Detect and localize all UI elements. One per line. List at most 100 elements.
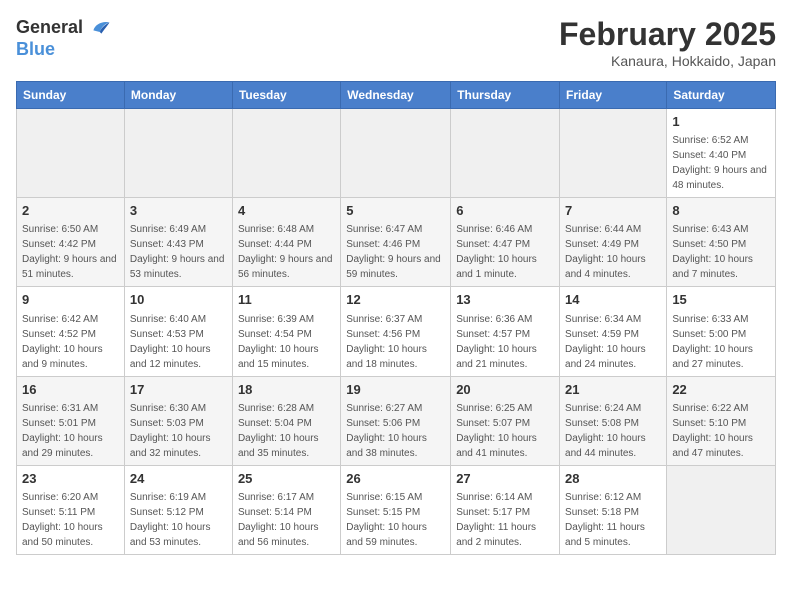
logo-blue: Blue [16,40,111,60]
day-cell: 10 Sunrise: 6:40 AM Sunset: 4:53 PM Dayli… [124,287,232,376]
day-number: 26 [346,470,445,488]
day-number: 23 [22,470,119,488]
day-cell: 2 Sunrise: 6:50 AM Sunset: 4:42 PM Daylig… [17,198,125,287]
weekday-saturday: Saturday [667,82,776,109]
day-number: 20 [456,381,554,399]
day-cell: 1Sunrise: 6:52 AM Sunset: 4:40 PM Daylig… [667,109,776,198]
day-cell: 9 Sunrise: 6:42 AM Sunset: 4:52 PM Daylig… [17,287,125,376]
day-cell: 14 Sunrise: 6:34 AM Sunset: 4:59 PM Dayli… [560,287,667,376]
weekday-monday: Monday [124,82,232,109]
week-row-2: 2 Sunrise: 6:50 AM Sunset: 4:42 PM Daylig… [17,198,776,287]
day-cell: 5 Sunrise: 6:47 AM Sunset: 4:46 PM Daylig… [341,198,451,287]
weekday-header-row: SundayMondayTuesdayWednesdayThursdayFrid… [17,82,776,109]
day-cell: 16Sunrise: 6:31 AM Sunset: 5:01 PM Dayli… [17,376,125,465]
day-number: 14 [565,291,661,309]
day-info: Sunrise: 6:39 AM Sunset: 4:54 PM Dayligh… [238,312,335,372]
day-number: 21 [565,381,661,399]
day-info: Sunrise: 6:28 AM Sunset: 5:04 PM Dayligh… [238,401,335,461]
day-number: 13 [456,291,554,309]
weekday-sunday: Sunday [17,82,125,109]
day-cell [232,109,340,198]
day-cell [124,109,232,198]
day-info: Sunrise: 6:33 AM Sunset: 5:00 PM Dayligh… [672,312,770,372]
day-info: Sunrise: 6:22 AM Sunset: 5:10 PM Dayligh… [672,401,770,461]
title-block: February 2025 Kanaura, Hokkaido, Japan [559,16,776,69]
day-info: Sunrise: 6:30 AM Sunset: 5:03 PM Dayligh… [130,401,227,461]
logo-bird-icon [87,16,111,40]
day-cell: 8 Sunrise: 6:43 AM Sunset: 4:50 PM Daylig… [667,198,776,287]
day-number: 3 [130,202,227,220]
day-cell: 3Sunrise: 6:49 AM Sunset: 4:43 PM Daylig… [124,198,232,287]
day-cell: 15 Sunrise: 6:33 AM Sunset: 5:00 PM Dayli… [667,287,776,376]
day-number: 1 [672,113,770,131]
weekday-thursday: Thursday [451,82,560,109]
day-info: Sunrise: 6:17 AM Sunset: 5:14 PM Dayligh… [238,490,335,550]
day-info: Sunrise: 6:25 AM Sunset: 5:07 PM Dayligh… [456,401,554,461]
day-number: 25 [238,470,335,488]
weekday-wednesday: Wednesday [341,82,451,109]
day-cell [667,465,776,554]
day-number: 17 [130,381,227,399]
day-info: Sunrise: 6:43 AM Sunset: 4:50 PM Dayligh… [672,222,770,282]
day-info: Sunrise: 6:27 AM Sunset: 5:06 PM Dayligh… [346,401,445,461]
day-cell [451,109,560,198]
day-info: Sunrise: 6:36 AM Sunset: 4:57 PM Dayligh… [456,312,554,372]
day-number: 5 [346,202,445,220]
week-row-1: 1Sunrise: 6:52 AM Sunset: 4:40 PM Daylig… [17,109,776,198]
day-info: Sunrise: 6:46 AM Sunset: 4:47 PM Dayligh… [456,222,554,282]
day-info: Sunrise: 6:12 AM Sunset: 5:18 PM Dayligh… [565,490,661,550]
day-number: 16 [22,381,119,399]
day-cell: 21 Sunrise: 6:24 AM Sunset: 5:08 PM Dayli… [560,376,667,465]
day-cell [17,109,125,198]
day-info: Sunrise: 6:37 AM Sunset: 4:56 PM Dayligh… [346,312,445,372]
day-info: Sunrise: 6:44 AM Sunset: 4:49 PM Dayligh… [565,222,661,282]
day-number: 18 [238,381,335,399]
day-number: 4 [238,202,335,220]
day-info: Sunrise: 6:20 AM Sunset: 5:11 PM Dayligh… [22,490,119,550]
day-number: 9 [22,291,119,309]
day-cell: 24Sunrise: 6:19 AM Sunset: 5:12 PM Dayli… [124,465,232,554]
day-cell: 11 Sunrise: 6:39 AM Sunset: 4:54 PM Dayli… [232,287,340,376]
day-info: Sunrise: 6:24 AM Sunset: 5:08 PM Dayligh… [565,401,661,461]
day-cell: 13 Sunrise: 6:36 AM Sunset: 4:57 PM Dayli… [451,287,560,376]
day-number: 27 [456,470,554,488]
page-header: General Blue February 2025 Kanaura, Hokk… [16,16,776,69]
day-info: Sunrise: 6:19 AM Sunset: 5:12 PM Dayligh… [130,490,227,550]
logo-general: General [16,18,83,38]
weekday-friday: Friday [560,82,667,109]
day-number: 6 [456,202,554,220]
day-number: 11 [238,291,335,309]
day-info: Sunrise: 6:34 AM Sunset: 4:59 PM Dayligh… [565,312,661,372]
week-row-5: 23 Sunrise: 6:20 AM Sunset: 5:11 PM Dayli… [17,465,776,554]
day-cell: 26 Sunrise: 6:15 AM Sunset: 5:15 PM Dayli… [341,465,451,554]
day-number: 28 [565,470,661,488]
weekday-tuesday: Tuesday [232,82,340,109]
day-cell [341,109,451,198]
day-number: 2 [22,202,119,220]
calendar-body: 1Sunrise: 6:52 AM Sunset: 4:40 PM Daylig… [17,109,776,555]
day-cell: 28 Sunrise: 6:12 AM Sunset: 5:18 PM Dayli… [560,465,667,554]
day-info: Sunrise: 6:42 AM Sunset: 4:52 PM Dayligh… [22,312,119,372]
day-cell: 25 Sunrise: 6:17 AM Sunset: 5:14 PM Dayli… [232,465,340,554]
day-cell: 17 Sunrise: 6:30 AM Sunset: 5:03 PM Dayli… [124,376,232,465]
month-title: February 2025 [559,16,776,53]
day-cell: 27 Sunrise: 6:14 AM Sunset: 5:17 PM Dayli… [451,465,560,554]
day-cell: 18 Sunrise: 6:28 AM Sunset: 5:04 PM Dayli… [232,376,340,465]
day-info: Sunrise: 6:14 AM Sunset: 5:17 PM Dayligh… [456,490,554,550]
day-cell: 23 Sunrise: 6:20 AM Sunset: 5:11 PM Dayli… [17,465,125,554]
day-info: Sunrise: 6:48 AM Sunset: 4:44 PM Dayligh… [238,222,335,282]
day-number: 10 [130,291,227,309]
day-cell: 4 Sunrise: 6:48 AM Sunset: 4:44 PM Daylig… [232,198,340,287]
day-number: 15 [672,291,770,309]
day-info: Sunrise: 6:40 AM Sunset: 4:53 PM Dayligh… [130,312,227,372]
location: Kanaura, Hokkaido, Japan [559,53,776,69]
day-number: 7 [565,202,661,220]
day-info: Sunrise: 6:15 AM Sunset: 5:15 PM Dayligh… [346,490,445,550]
day-info: Sunrise: 6:50 AM Sunset: 4:42 PM Dayligh… [22,222,119,282]
calendar-table: SundayMondayTuesdayWednesdayThursdayFrid… [16,81,776,555]
day-number: 19 [346,381,445,399]
day-cell: 20 Sunrise: 6:25 AM Sunset: 5:07 PM Dayli… [451,376,560,465]
day-info: Sunrise: 6:47 AM Sunset: 4:46 PM Dayligh… [346,222,445,282]
day-number: 8 [672,202,770,220]
day-cell: 22Sunrise: 6:22 AM Sunset: 5:10 PM Dayli… [667,376,776,465]
